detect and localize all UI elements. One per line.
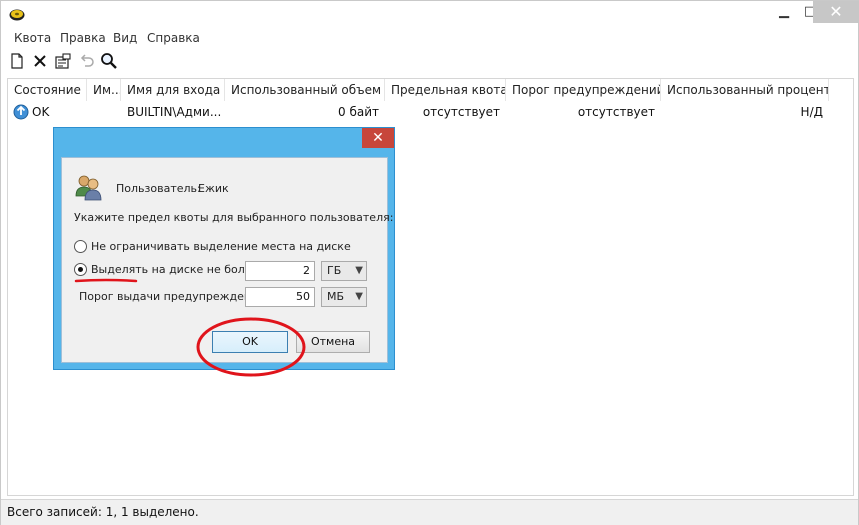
- menu-view[interactable]: Вид: [110, 31, 140, 45]
- close-window-button[interactable]: ✕: [813, 1, 859, 23]
- find-button[interactable]: [99, 52, 119, 70]
- radio-unlimited-label[interactable]: Не ограничивать выделение места на диске: [91, 240, 351, 253]
- column-header-login[interactable]: Имя для входа: [121, 79, 225, 101]
- cancel-button[interactable]: Отмена: [296, 331, 370, 353]
- radio-limit-label[interactable]: Выделять на диске не более: [91, 263, 258, 276]
- delete-button[interactable]: [30, 52, 50, 70]
- chevron-down-icon: ▼: [355, 265, 363, 276]
- properties-button[interactable]: [53, 52, 73, 70]
- radio-unlimited[interactable]: [74, 240, 87, 253]
- ok-button[interactable]: OK: [212, 331, 288, 353]
- undo-icon: [80, 54, 94, 67]
- column-header-warning[interactable]: Порог предупреждений: [506, 79, 661, 101]
- dialog-close-button[interactable]: ✕: [362, 128, 394, 148]
- minimize-button[interactable]: ▁: [771, 1, 797, 23]
- cell-status: OK: [32, 105, 50, 119]
- delete-x-icon: [34, 55, 46, 67]
- user-name: Ежик: [198, 182, 229, 195]
- dialog-body: Пользователь: Ежик Укажите предел квоты …: [61, 157, 393, 363]
- status-bar: Всего записей: 1, 1 выделено.: [1, 499, 858, 525]
- instruction-text: Укажите предел квоты для выбранного поль…: [74, 211, 394, 224]
- radio-limit[interactable]: [74, 263, 87, 276]
- warning-unit-value: МБ: [327, 290, 345, 303]
- undo-button[interactable]: [77, 52, 97, 70]
- column-header-used[interactable]: Использованный объем: [225, 79, 385, 101]
- table-row[interactable]: OK BUILTIN\Адми... 0 байт отсутствует от…: [8, 102, 853, 122]
- limit-value-input[interactable]: 2: [245, 261, 315, 281]
- cell-percent: Н/Д: [800, 105, 823, 119]
- user-label: Пользователь:: [116, 182, 201, 195]
- warning-label: Порог выдачи предупреждений: [79, 290, 266, 303]
- cell-warning: отсутствует: [577, 105, 655, 119]
- menu-quota[interactable]: Квота: [11, 31, 54, 45]
- column-header-percent[interactable]: Использованный процент: [661, 79, 829, 101]
- warning-unit-select[interactable]: МБ ▼: [321, 287, 367, 307]
- menu-bar: Квота Правка Вид Справка: [1, 29, 858, 49]
- new-quota-button[interactable]: [7, 52, 27, 70]
- menu-help[interactable]: Справка: [144, 31, 203, 45]
- column-header-status[interactable]: Состояние: [8, 79, 87, 101]
- menu-edit[interactable]: Правка: [57, 31, 109, 45]
- status-text: Всего записей: 1, 1 выделено.: [7, 505, 199, 519]
- users-icon: [75, 175, 102, 201]
- cell-limit: отсутствует: [422, 105, 500, 119]
- chevron-down-icon: ▼: [355, 291, 363, 302]
- cell-name: [87, 102, 121, 122]
- limit-unit-select[interactable]: ГБ ▼: [321, 261, 367, 281]
- cell-used: 0 байт: [338, 105, 379, 119]
- cell-login: BUILTIN\Адми...: [127, 105, 222, 119]
- quota-settings-dialog: ✕ Пользователь: Ежик Укажите предел квот…: [53, 127, 395, 370]
- properties-icon: [55, 53, 71, 69]
- magnifier-icon: [101, 53, 117, 69]
- toolbar: [1, 49, 858, 73]
- title-bar: ▁ □ ✕: [1, 1, 859, 29]
- warning-value-input[interactable]: 50: [245, 287, 315, 307]
- column-header-name[interactable]: Им...: [87, 79, 121, 101]
- limit-unit-value: ГБ: [327, 264, 342, 277]
- new-document-icon: [11, 53, 23, 69]
- disk-icon: [9, 9, 25, 21]
- column-header-limit[interactable]: Предельная квота: [385, 79, 506, 101]
